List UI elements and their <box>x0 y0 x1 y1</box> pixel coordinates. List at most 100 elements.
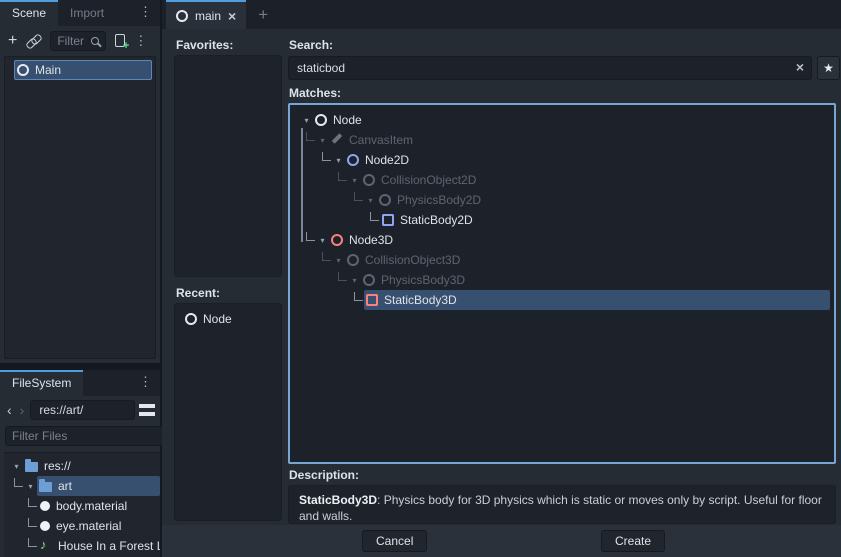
instance-scene-icon[interactable] <box>26 34 41 48</box>
tree-connector <box>322 152 331 161</box>
chevron-down-icon[interactable]: ▾ <box>316 236 329 245</box>
tree-connector <box>338 272 347 281</box>
filesystem-tree-row[interactable]: ▾ House In a Forest Lo <box>4 536 160 556</box>
star-icon: ★ <box>823 61 834 75</box>
material-file-icon <box>40 501 50 511</box>
matches-tree-row[interactable]: ▾ CollisionObject2D <box>294 170 830 190</box>
toggle-split-mode-icon[interactable] <box>139 404 155 416</box>
recent-label: Recent: <box>176 286 220 300</box>
tree-connector <box>28 518 37 527</box>
filesystem-tree-row[interactable]: ▾ art <box>4 476 160 496</box>
search-input[interactable] <box>288 56 812 80</box>
favorites-list[interactable] <box>174 55 282 277</box>
scene-dock-menu-icon[interactable]: ⋮ <box>131 0 160 26</box>
close-scene-tab-icon[interactable]: × <box>228 8 236 24</box>
filesystem-dock: FileSystem ⋮ ‹ › ↑↓ ▾ res:// <box>0 370 160 557</box>
back-icon[interactable]: ‹ <box>5 403 14 417</box>
chevron-down-icon[interactable]: ▾ <box>24 482 37 491</box>
folder-icon <box>39 482 52 492</box>
new-scene-tab-button[interactable]: + <box>246 0 280 29</box>
matches-tree-row[interactable]: ▾ CanvasItem <box>294 130 830 150</box>
node2d-icon <box>347 154 359 166</box>
tab-scene[interactable]: Scene <box>0 0 58 26</box>
staticbody3d-icon <box>366 294 378 306</box>
chevron-down-icon[interactable]: ▾ <box>332 256 345 265</box>
tree-connector <box>338 172 347 181</box>
scene-tree: ▾ Main <box>4 56 156 359</box>
tree-connector <box>306 132 315 141</box>
canvasitem-icon <box>331 134 343 146</box>
collisionobject3d-icon <box>347 254 359 266</box>
matches-tree-row[interactable]: ▾ Node3D <box>294 230 830 250</box>
tree-connector <box>306 232 315 241</box>
chevron-down-icon[interactable]: ▾ <box>364 196 377 205</box>
current-path-input[interactable] <box>30 400 135 420</box>
filesystem-tree-row[interactable]: ▾ eye.material <box>4 516 160 536</box>
recent-list[interactable]: ▾ Node <box>174 303 282 521</box>
cancel-button[interactable]: Cancel <box>362 530 427 552</box>
favorites-label: Favorites: <box>176 38 233 52</box>
scene-tabbar: main × + <box>162 0 841 29</box>
filesystem-tabbar: FileSystem ⋮ <box>0 370 160 396</box>
scene-tree-row[interactable]: ▾ Main <box>8 60 152 80</box>
scene-toolbar: + ⋮ <box>0 26 160 55</box>
tree-connector <box>322 252 331 261</box>
physicsbody3d-icon <box>363 274 375 286</box>
scene-filter-input[interactable] <box>57 34 91 48</box>
tree-connector <box>28 498 37 507</box>
chevron-down-icon[interactable]: ▾ <box>316 136 329 145</box>
matches-tree-row[interactable]: ▾ StaticBody3D <box>294 290 830 310</box>
filter-files-input[interactable] <box>12 429 167 443</box>
tab-import[interactable]: Import <box>58 0 116 26</box>
tab-filesystem[interactable]: FileSystem <box>0 370 83 396</box>
scene-dock-tabbar: Scene Import ⋮ <box>0 0 160 26</box>
matches-tree-row[interactable]: ▾ StaticBody2D <box>294 210 830 230</box>
scene-tab-label: main <box>195 9 221 23</box>
dialog-actions-bar: Cancel Create <box>162 525 841 557</box>
node-icon <box>185 313 197 325</box>
chevron-down-icon[interactable]: ▾ <box>300 116 313 125</box>
favorite-star-button[interactable]: ★ <box>817 56 840 80</box>
node3d-icon <box>331 234 343 246</box>
tree-connector <box>28 538 37 547</box>
matches-tree[interactable]: ▾ Node ▾ CanvasItem <box>288 103 836 464</box>
add-node-button[interactable]: + <box>8 33 17 49</box>
tree-connector <box>14 478 23 487</box>
matches-tree-row[interactable]: ▾ Node <box>294 110 830 130</box>
node-icon <box>315 114 327 126</box>
forward-icon[interactable]: › <box>18 403 27 417</box>
physicsbody2d-icon <box>379 194 391 206</box>
description-text: : Physics body for 3D physics which is s… <box>299 493 822 523</box>
audio-file-icon <box>40 540 52 552</box>
matches-tree-row[interactable]: ▾ PhysicsBody3D <box>294 270 830 290</box>
matches-tree-row[interactable]: ▾ PhysicsBody2D <box>294 190 830 210</box>
chevron-down-icon[interactable]: ▾ <box>348 276 361 285</box>
tree-guide-line <box>301 128 303 242</box>
staticbody2d-icon <box>382 214 394 226</box>
matches-tree-row[interactable]: ▾ Node2D <box>294 150 830 170</box>
scene-tab-main[interactable]: main × <box>166 0 246 29</box>
filesystem-menu-icon[interactable]: ⋮ <box>131 370 160 396</box>
recent-item[interactable]: ▾ Node <box>177 309 279 329</box>
attach-script-icon[interactable] <box>115 34 125 47</box>
filesystem-tree-row[interactable]: ▾ res:// <box>4 456 160 476</box>
chevron-down-icon[interactable]: ▾ <box>10 462 23 471</box>
clear-search-icon[interactable]: × <box>796 59 804 75</box>
filesystem-tree: ▾ res:// ▾ art ▾ bod <box>4 452 160 557</box>
filter-files-box[interactable] <box>5 426 182 446</box>
chevron-down-icon[interactable]: ▾ <box>332 156 345 165</box>
scene-tree-menu-icon[interactable]: ⋮ <box>134 33 147 49</box>
description-term: StaticBody3D <box>299 493 377 507</box>
collisionobject2d-icon <box>363 174 375 186</box>
scene-filter-box[interactable] <box>50 31 106 51</box>
node-icon <box>17 64 29 76</box>
folder-icon <box>25 462 38 472</box>
material-file-icon <box>40 521 50 531</box>
chevron-down-icon[interactable]: ▾ <box>348 176 361 185</box>
matches-tree-row[interactable]: ▾ CollisionObject3D <box>294 250 830 270</box>
create-button[interactable]: Create <box>601 530 665 552</box>
filesystem-tree-row[interactable]: ▾ body.material <box>4 496 160 516</box>
node-icon <box>176 10 188 22</box>
search-box: × <box>288 56 812 80</box>
filesystem-nav: ‹ › <box>0 396 160 423</box>
